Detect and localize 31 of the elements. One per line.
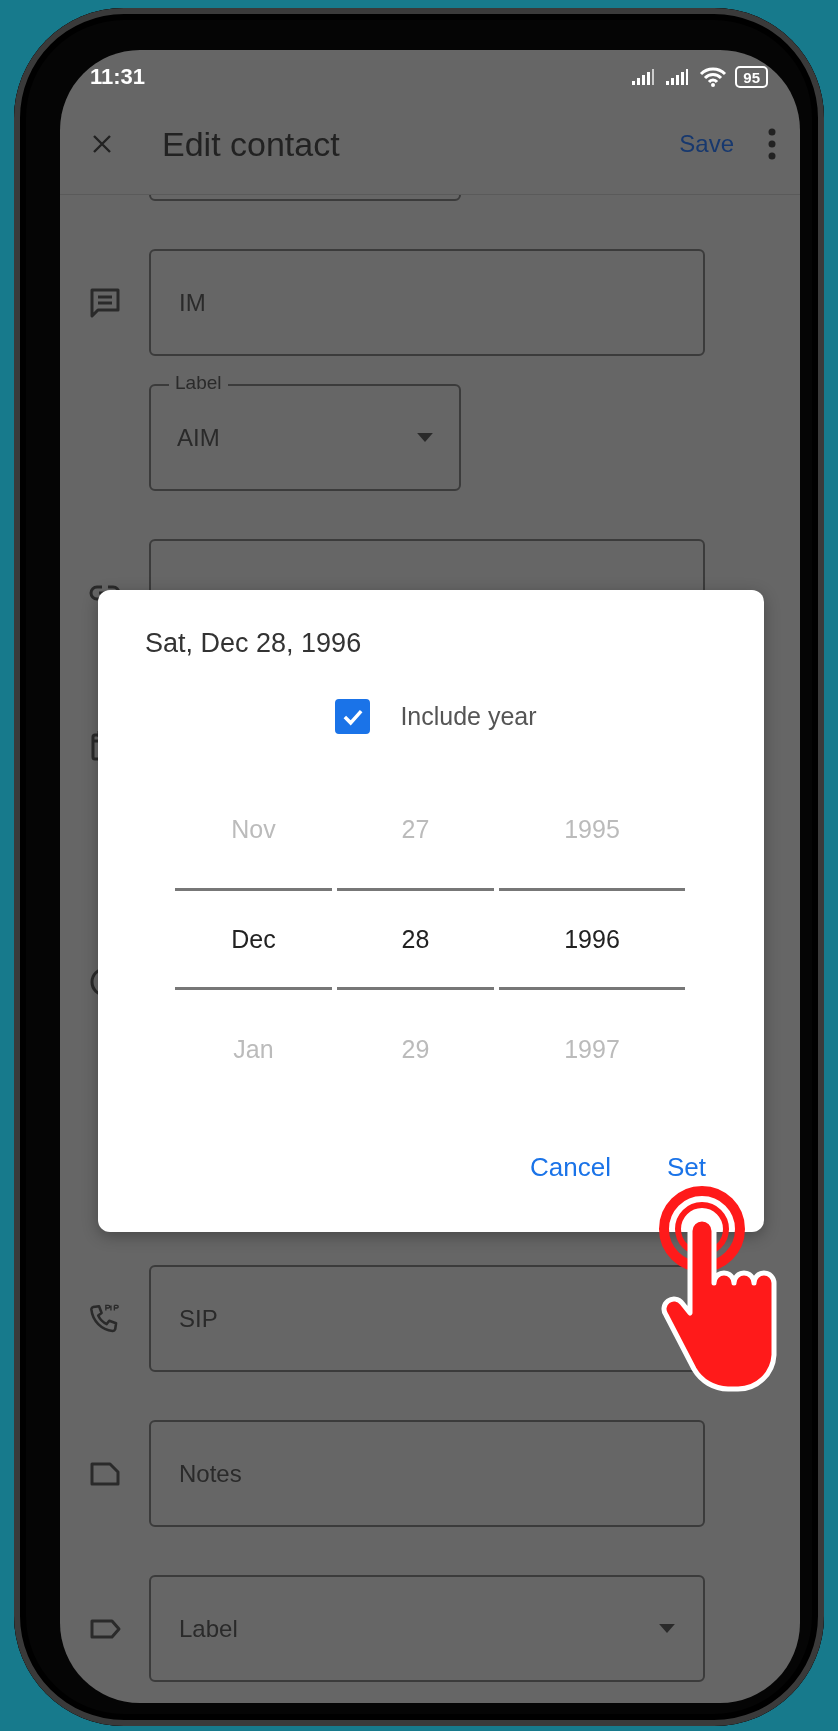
field-placeholder: SIP bbox=[179, 1304, 219, 1333]
picker-item[interactable]: 29 bbox=[337, 990, 494, 1108]
checkbox[interactable] bbox=[335, 699, 371, 734]
dialog-button[interactable]: Cancel bbox=[522, 1148, 619, 1187]
dialog-title: Sat, Dec 28, 1996 bbox=[145, 628, 363, 659]
checkbox-label: Include year bbox=[400, 702, 537, 731]
dropdown-field[interactable]: Label bbox=[149, 1575, 705, 1682]
screen-title: Edit contact bbox=[162, 124, 341, 164]
field-placeholder: IM bbox=[179, 288, 207, 317]
input-field[interactable]: IM bbox=[149, 249, 705, 356]
picker-item[interactable]: 28 bbox=[337, 888, 494, 990]
picker-item[interactable]: Nov bbox=[175, 770, 332, 888]
more-options-icon[interactable] bbox=[768, 128, 776, 160]
input-field[interactable]: Notes bbox=[149, 1420, 705, 1527]
picker-item[interactable]: 1995 bbox=[499, 770, 685, 888]
caret-icon bbox=[417, 433, 433, 442]
caret-icon bbox=[659, 1624, 675, 1633]
wifi-icon bbox=[699, 66, 728, 88]
dropdown-field[interactable]: Label AIM bbox=[149, 372, 461, 491]
dialog-button[interactable]: Set bbox=[658, 1148, 714, 1187]
picker-item[interactable]: Jan bbox=[175, 990, 332, 1108]
picker-item[interactable]: 27 bbox=[337, 770, 494, 888]
status-time: 11:31 bbox=[90, 64, 146, 90]
picker-item[interactable]: Dec bbox=[175, 888, 332, 990]
picker-item[interactable]: 1997 bbox=[499, 990, 685, 1108]
field-placeholder: Notes bbox=[179, 1459, 243, 1488]
field-value: AIM bbox=[177, 423, 221, 452]
battery-icon: 95 bbox=[735, 66, 768, 88]
picker-item[interactable]: 1996 bbox=[499, 888, 685, 990]
field-placeholder: Label bbox=[179, 1614, 239, 1643]
save-button[interactable]: Save bbox=[673, 130, 740, 158]
